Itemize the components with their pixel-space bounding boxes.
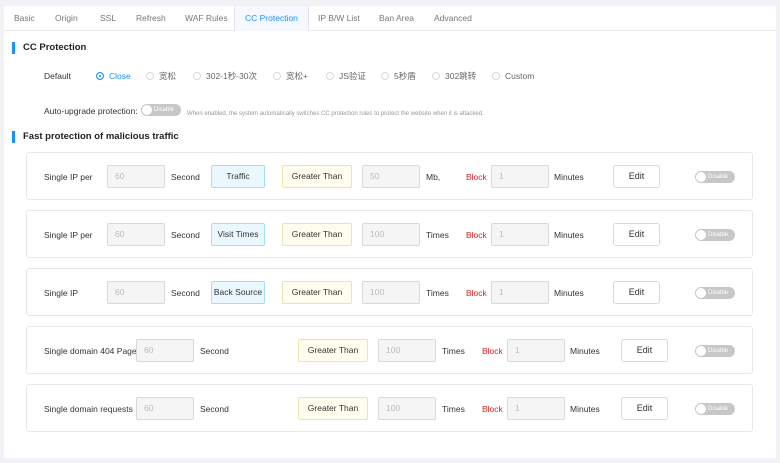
fast-protection-title: Fast protection of malicious traffic: [12, 131, 179, 143]
tab-refresh[interactable]: Refresh: [136, 6, 166, 31]
radio-dot: [381, 72, 389, 80]
seconds-input[interactable]: 60: [136, 339, 194, 362]
edit-button[interactable]: Edit: [621, 397, 668, 420]
auto-upgrade-label: Auto-upgrade protection:: [44, 106, 138, 116]
metric-select[interactable]: Traffic: [211, 165, 265, 188]
seconds-unit: Second: [200, 346, 229, 356]
toggle-knob: [696, 346, 706, 356]
comparator-select[interactable]: Greater Than: [282, 223, 352, 246]
comparator-select[interactable]: Greater Than: [298, 397, 368, 420]
threshold-input[interactable]: 100: [362, 223, 420, 246]
seconds-input[interactable]: 60: [107, 223, 165, 246]
radio-dot: [273, 72, 281, 80]
tab-cc-protection[interactable]: CC Protection: [234, 6, 309, 32]
duration-unit: Minutes: [554, 230, 584, 240]
radio-dot: [326, 72, 334, 80]
toggle-knob: [696, 404, 706, 414]
settings-panel: Basic Origin SSL Refresh WAF Rules CC Pr…: [4, 6, 776, 458]
toggle-knob: [142, 105, 152, 115]
seconds-unit: Second: [171, 288, 200, 298]
auto-upgrade-hint: When enabled, the system automatically s…: [187, 111, 484, 117]
rule-label: Single IP: [44, 288, 79, 298]
rule-toggle[interactable]: Disable: [695, 287, 735, 299]
comparator-select[interactable]: Greater Than: [298, 339, 368, 362]
rule-card-visit-times: Single IP per 60 Second Visit Times Grea…: [26, 210, 753, 258]
block-action: Block: [482, 404, 503, 414]
radio-dot: [193, 72, 201, 80]
rule-label: Single IP per: [44, 172, 93, 182]
duration-unit: Minutes: [570, 404, 600, 414]
duration-input[interactable]: 1: [507, 339, 565, 362]
rule-label: Single IP per: [44, 230, 93, 240]
duration-unit: Minutes: [554, 172, 584, 182]
duration-input[interactable]: 1: [491, 165, 549, 188]
default-label: Default: [44, 71, 71, 81]
block-action: Block: [482, 346, 503, 356]
threshold-unit: Times: [442, 346, 465, 356]
threshold-input[interactable]: 100: [362, 281, 420, 304]
threshold-unit: Mb,: [426, 172, 441, 182]
seconds-input[interactable]: 60: [107, 281, 165, 304]
duration-unit: Minutes: [570, 346, 600, 356]
threshold-unit: Times: [426, 230, 449, 240]
radio-dot: [432, 72, 440, 80]
seconds-unit: Second: [200, 404, 229, 414]
duration-input[interactable]: 1: [491, 223, 549, 246]
edit-button[interactable]: Edit: [613, 223, 660, 246]
comparator-select[interactable]: Greater Than: [282, 165, 352, 188]
tab-advanced[interactable]: Advanced: [434, 6, 472, 31]
rule-toggle[interactable]: Disable: [695, 403, 735, 415]
rule-card-traffic: Single IP per 60 Second Traffic Greater …: [26, 152, 753, 200]
duration-unit: Minutes: [554, 288, 584, 298]
comparator-select[interactable]: Greater Than: [282, 281, 352, 304]
cc-protection-title: CC Protection: [12, 42, 86, 54]
edit-button[interactable]: Edit: [613, 281, 660, 304]
block-action: Block: [466, 288, 487, 298]
rule-card-domain-404: Single domain 404 Page 60 Second Greater…: [26, 326, 753, 374]
edit-button[interactable]: Edit: [613, 165, 660, 188]
auto-upgrade-toggle[interactable]: Disable: [141, 104, 181, 116]
toggle-knob: [696, 288, 706, 298]
duration-input[interactable]: 1: [507, 397, 565, 420]
rule-label: Single domain requests: [44, 404, 133, 414]
tab-basic[interactable]: Basic: [14, 6, 35, 31]
radio-dot: [96, 72, 104, 80]
edit-button[interactable]: Edit: [621, 339, 668, 362]
tab-origin[interactable]: Origin: [55, 6, 78, 31]
seconds-input[interactable]: 60: [136, 397, 194, 420]
tab-ban-area[interactable]: Ban Area: [379, 6, 414, 31]
seconds-input[interactable]: 60: [107, 165, 165, 188]
metric-select[interactable]: Back Source: [211, 281, 265, 304]
rule-card-back-source: Single IP 60 Second Back Source Greater …: [26, 268, 753, 316]
threshold-input[interactable]: 100: [378, 339, 436, 362]
block-action: Block: [466, 172, 487, 182]
rule-toggle[interactable]: Disable: [695, 345, 735, 357]
toggle-knob: [696, 230, 706, 240]
rule-toggle[interactable]: Disable: [695, 171, 735, 183]
tab-ip-bw-list[interactable]: IP B/W List: [318, 6, 360, 31]
tab-bar: Basic Origin SSL Refresh WAF Rules CC Pr…: [4, 6, 776, 32]
threshold-input[interactable]: 50: [362, 165, 420, 188]
threshold-unit: Times: [442, 404, 465, 414]
duration-input[interactable]: 1: [491, 281, 549, 304]
tab-waf-rules[interactable]: WAF Rules: [185, 6, 228, 31]
tab-ssl[interactable]: SSL: [100, 6, 116, 31]
block-action: Block: [466, 230, 487, 240]
threshold-input[interactable]: 100: [378, 397, 436, 420]
rule-toggle[interactable]: Disable: [695, 229, 735, 241]
rule-label: Single domain 404 Page: [44, 346, 137, 356]
radio-dot: [492, 72, 500, 80]
rule-card-domain-requests: Single domain requests 60 Second Greater…: [26, 384, 753, 432]
seconds-unit: Second: [171, 172, 200, 182]
toggle-knob: [696, 172, 706, 182]
metric-select[interactable]: Visit Times: [211, 223, 265, 246]
radio-dot: [146, 72, 154, 80]
seconds-unit: Second: [171, 230, 200, 240]
threshold-unit: Times: [426, 288, 449, 298]
